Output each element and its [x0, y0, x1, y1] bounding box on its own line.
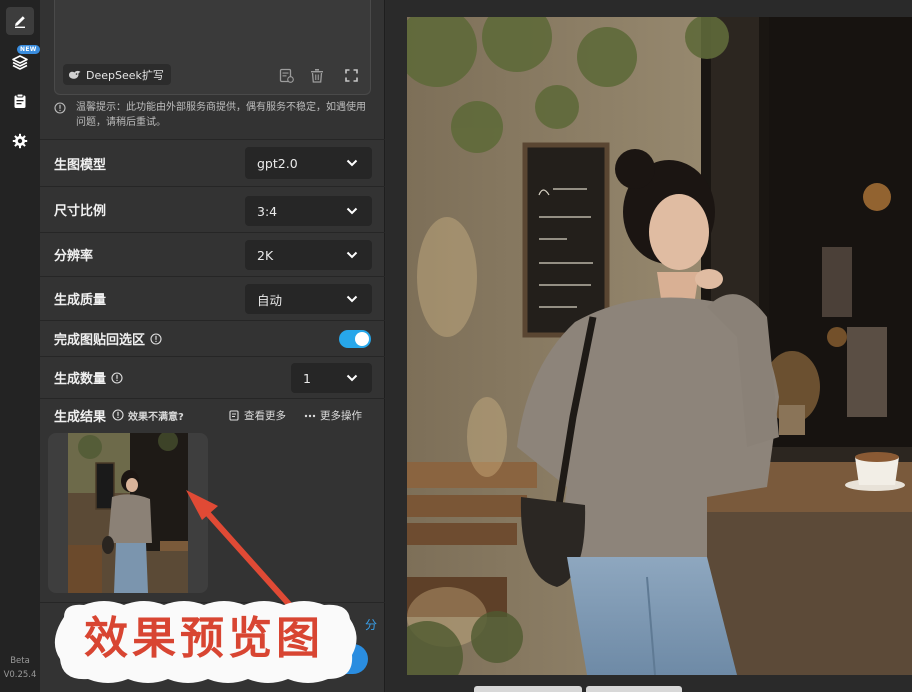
- preview-image[interactable]: [407, 17, 912, 675]
- bottom-tab[interactable]: [586, 686, 682, 692]
- bottom-tab[interactable]: [474, 686, 582, 692]
- annotation-label: 效果预览图: [84, 613, 324, 664]
- preview-area: [386, 0, 912, 692]
